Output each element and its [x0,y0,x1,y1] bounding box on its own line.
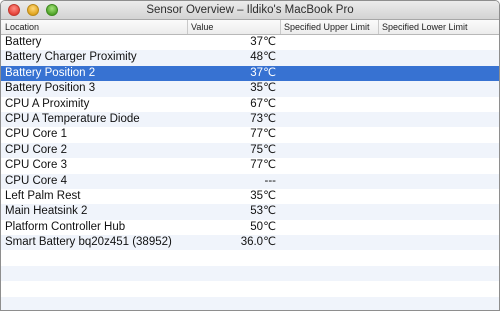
column-header-location[interactable]: Location [1,21,187,34]
table-row[interactable]: Left Palm Rest 35℃ [1,188,499,205]
cell-value [187,250,276,265]
cell-location: CPU Core 1 [5,128,67,141]
title-bar[interactable]: Sensor Overview – Ildiko's MacBook Pro [1,1,499,20]
cell-value: 35℃ [250,189,276,202]
table-row[interactable] [1,281,499,297]
table-body: Battery 37℃ Battery Charger Proximity 48℃ Ba… [1,35,499,310]
cell-location: Battery Position 2 [5,66,96,79]
sensor-overview-window: Sensor Overview – Ildiko's MacBook Pro L… [0,0,500,311]
cell-location: CPU Core 2 [5,143,67,156]
cell-value [187,281,276,296]
column-header-lower-limit[interactable]: Specified Lower Limit [378,21,499,34]
table-row[interactable]: CPU Core 2 75℃ [1,142,499,159]
cell-value: 77℃ [250,128,276,141]
table-row[interactable]: CPU Core 3 77℃ [1,158,499,174]
table-row[interactable]: CPU A Proximity 67℃ [1,96,499,112]
cell-value: 37℃ [250,66,276,79]
cell-value: 53℃ [250,205,276,218]
table-row[interactable] [1,250,499,266]
cell-location: Smart Battery bq20z451 (38952) [5,236,172,249]
cell-value: 77℃ [250,159,276,172]
column-header-value[interactable]: Value [187,21,280,34]
cell-location: Main Heatsink 2 [5,205,88,218]
cell-location: Battery Charger Proximity [5,51,137,64]
sensor-table: Location Value Specified Upper Limit Spe… [1,20,499,310]
cell-location: CPU Core 4 [5,174,67,187]
cell-location: CPU A Proximity [5,97,90,110]
table-row[interactable] [1,265,499,282]
cell-value: 35℃ [250,82,276,95]
table-row[interactable]: Battery Charger Proximity 48℃ [1,50,499,66]
cell-location: Battery Position 3 [5,82,96,95]
cell-value: 75℃ [250,143,276,156]
column-header-upper-limit[interactable]: Specified Upper Limit [280,21,378,34]
table-header: Location Value Specified Upper Limit Spe… [1,20,499,35]
table-row[interactable]: CPU Core 4 --- [1,173,499,189]
cell-value: 37℃ [250,36,276,48]
cell-location: Battery [5,36,42,48]
cell-value [187,297,276,310]
cell-location: Platform Controller Hub [5,220,126,233]
table-row[interactable] [1,296,499,310]
cell-location: CPU A Temperature Diode [5,112,140,125]
cell-value: 36.0℃ [240,236,276,249]
window-title: Sensor Overview – Ildiko's MacBook Pro [146,4,354,16]
table-row[interactable]: Smart Battery bq20z451 (38952) 36.0℃ [1,235,499,251]
table-row[interactable]: CPU A Temperature Diode 73℃ [1,111,499,128]
table-row[interactable]: Platform Controller Hub 50℃ [1,219,499,236]
table-row[interactable]: Battery Position 3 35℃ [1,81,499,97]
cell-value: 48℃ [250,51,276,64]
cell-value: 50℃ [250,220,276,233]
cell-value: 73℃ [250,112,276,125]
cell-value [187,266,276,281]
cell-location: Left Palm Rest [5,189,81,202]
table-row[interactable]: Main Heatsink 2 53℃ [1,204,499,220]
table-row[interactable]: Battery 37℃ [1,35,499,51]
table-row[interactable]: CPU Core 1 77℃ [1,127,499,143]
cell-value: 67℃ [250,97,276,110]
table-row[interactable]: Battery Position 2 37℃ [1,65,499,82]
cell-location: CPU Core 3 [5,159,67,172]
cell-value: --- [264,174,277,187]
